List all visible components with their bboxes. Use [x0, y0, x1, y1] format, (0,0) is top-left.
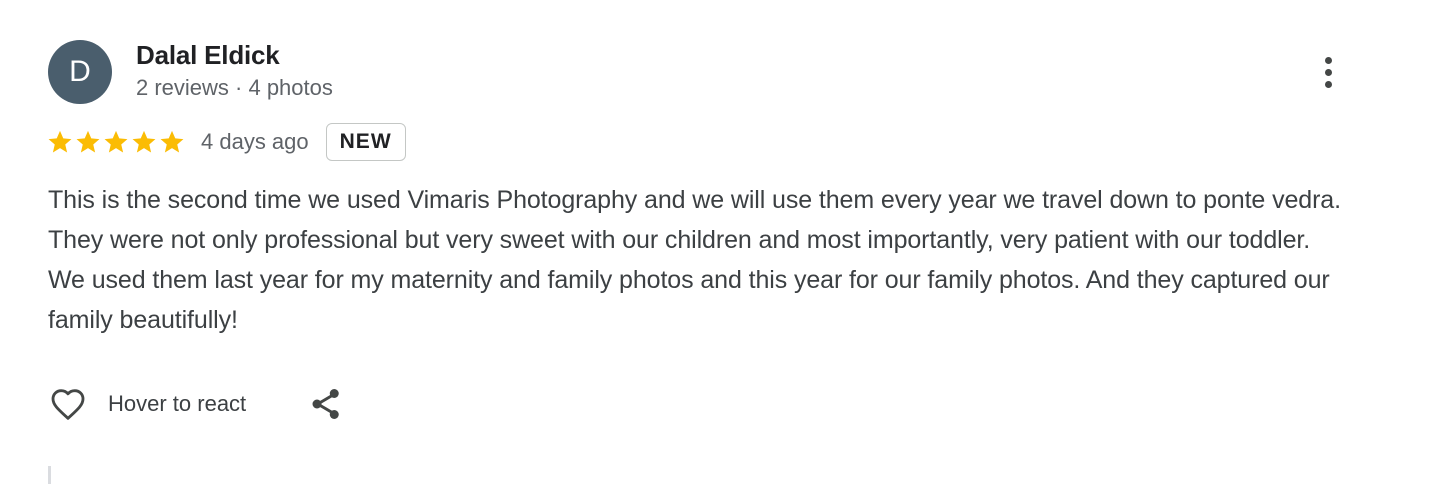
review-date: 4 days ago: [201, 129, 309, 154]
star-icon: [48, 130, 72, 153]
star-rating: [46, 128, 186, 156]
star-icon: [104, 130, 128, 153]
author-name[interactable]: Dalal Eldick: [136, 40, 280, 71]
star-icon: [160, 130, 184, 153]
review-text: This is the second time we used Vimaris …: [48, 186, 1341, 334]
divider: [48, 466, 51, 484]
star-icon: [132, 130, 156, 153]
new-badge: NEW: [325, 123, 406, 161]
react-button[interactable]: Hover to react: [48, 384, 246, 424]
star-icon: [76, 130, 100, 153]
heart-outline-icon: [51, 389, 85, 420]
more-options-button[interactable]: [1308, 50, 1348, 94]
share-button[interactable]: [306, 384, 346, 424]
rating-row: 4 days ago NEW: [46, 122, 406, 162]
author-meta: 2 reviews · 4 photos: [136, 75, 333, 100]
react-label: Hover to react: [108, 391, 247, 416]
more-vertical-icon: [1324, 56, 1332, 64]
avatar[interactable]: D: [48, 40, 112, 104]
review-actions: Hover to react: [48, 384, 346, 424]
share-icon: [312, 389, 339, 419]
